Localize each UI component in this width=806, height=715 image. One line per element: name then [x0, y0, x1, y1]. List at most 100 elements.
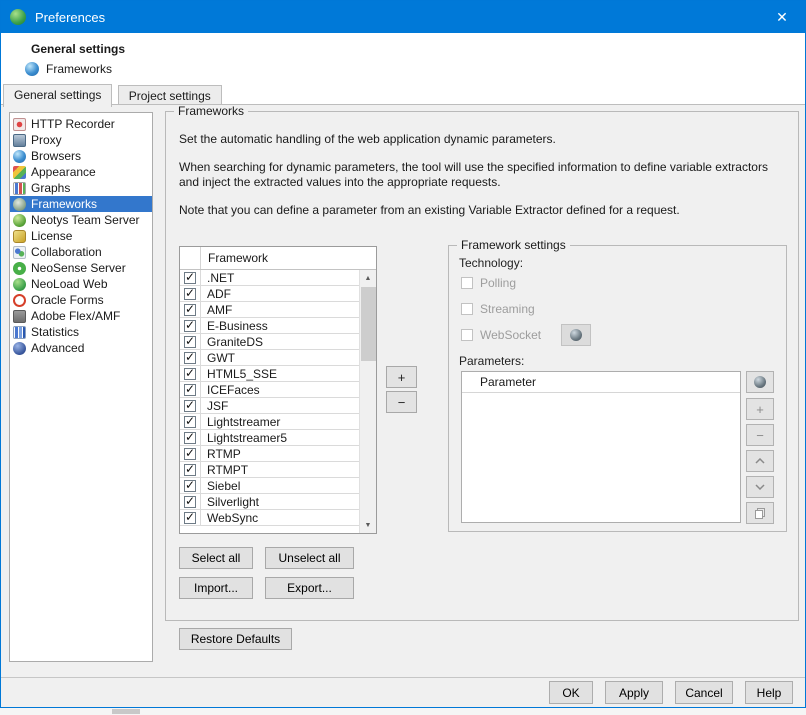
framework-checkbox[interactable] [184, 288, 196, 300]
parameter-move-up-button[interactable] [746, 450, 774, 472]
framework-row[interactable]: Siebel [180, 478, 359, 494]
parameter-add-button[interactable]: + [746, 398, 774, 420]
framework-row[interactable]: Silverlight [180, 494, 359, 510]
parameters-table[interactable]: Parameter [461, 371, 741, 523]
remove-framework-button[interactable]: − [386, 391, 417, 413]
sidebar-item-collaboration[interactable]: Collaboration [10, 244, 152, 260]
framework-row[interactable]: .NET [180, 270, 359, 286]
websocket-extractor-button[interactable] [561, 324, 591, 346]
streaming-checkbox[interactable] [461, 303, 473, 315]
unselect-all-button[interactable]: Unselect all [265, 547, 354, 569]
sidebar-item-license[interactable]: License [10, 228, 152, 244]
framework-settings-group: Framework settings Technology: Polling S… [448, 245, 787, 532]
neoload-web-icon [13, 278, 26, 291]
help-button[interactable]: Help [745, 681, 793, 704]
parameter-move-down-button[interactable] [746, 476, 774, 498]
checkbox-cell [180, 462, 201, 477]
framework-name: RTMPT [201, 463, 248, 477]
statistics-icon [13, 326, 26, 339]
sidebar-item-label: Adobe Flex/AMF [31, 309, 120, 323]
framework-name: GraniteDS [201, 335, 263, 349]
cancel-button[interactable]: Cancel [675, 681, 733, 704]
websocket-checkbox[interactable] [461, 329, 473, 341]
tab-general-settings[interactable]: General settings [3, 84, 112, 107]
sidebar-item-advanced[interactable]: Advanced [10, 340, 152, 356]
frameworks-table-body: .NET ADF AMF E-Business GraniteDS GWT HT… [180, 270, 376, 533]
framework-checkbox[interactable] [184, 400, 196, 412]
checkbox-cell [180, 446, 201, 461]
parameter-extractor-button[interactable] [746, 371, 774, 393]
framework-checkbox[interactable] [184, 480, 196, 492]
scroll-thumb[interactable] [361, 287, 376, 361]
framework-row[interactable]: ICEFaces [180, 382, 359, 398]
framework-checkbox[interactable] [184, 432, 196, 444]
framework-row[interactable]: E-Business [180, 318, 359, 334]
select-all-button[interactable]: Select all [179, 547, 253, 569]
framework-checkbox[interactable] [184, 368, 196, 380]
table-scrollbar[interactable]: ▲ ▼ [359, 270, 376, 533]
sidebar-item-frameworks[interactable]: Frameworks [10, 196, 152, 212]
tab-strip: General settings Project settings [1, 84, 805, 105]
framework-row[interactable]: GWT [180, 350, 359, 366]
sidebar-item-adobe-flex-amf[interactable]: Adobe Flex/AMF [10, 308, 152, 324]
framework-checkbox[interactable] [184, 512, 196, 524]
framework-checkbox[interactable] [184, 384, 196, 396]
http-recorder-icon [13, 118, 26, 131]
apply-button[interactable]: Apply [605, 681, 663, 704]
checkbox-cell [180, 366, 201, 381]
polling-checkbox[interactable] [461, 277, 473, 289]
export-button[interactable]: Export... [265, 577, 354, 599]
sidebar-item-graphs[interactable]: Graphs [10, 180, 152, 196]
sidebar-item-browsers[interactable]: Browsers [10, 148, 152, 164]
sidebar-item-neosense-server[interactable]: NeoSense Server [10, 260, 152, 276]
framework-checkbox[interactable] [184, 464, 196, 476]
framework-row[interactable]: Lightstreamer5 [180, 430, 359, 446]
framework-column-header: Framework [201, 251, 268, 265]
checkbox-cell [180, 510, 201, 525]
framework-checkbox[interactable] [184, 272, 196, 284]
framework-checkbox[interactable] [184, 336, 196, 348]
framework-row[interactable]: Lightstreamer [180, 414, 359, 430]
framework-checkbox[interactable] [184, 496, 196, 508]
import-button[interactable]: Import... [179, 577, 253, 599]
framework-checkbox[interactable] [184, 416, 196, 428]
close-icon[interactable]: ✕ [759, 1, 805, 33]
checkbox-cell [180, 318, 201, 333]
sidebar-item-neotys-team-server[interactable]: Neotys Team Server [10, 212, 152, 228]
framework-row[interactable]: JSF [180, 398, 359, 414]
scroll-down-icon[interactable]: ▼ [360, 517, 376, 533]
scroll-up-icon[interactable]: ▲ [360, 270, 376, 286]
parameter-remove-button[interactable]: − [746, 424, 774, 446]
framework-row[interactable]: ADF [180, 286, 359, 302]
polling-option: Polling [461, 276, 516, 290]
sidebar-item-proxy[interactable]: Proxy [10, 132, 152, 148]
appearance-icon [13, 166, 26, 179]
framework-checkbox[interactable] [184, 352, 196, 364]
framework-row[interactable]: HTML5_SSE [180, 366, 359, 382]
parameter-copy-button[interactable] [746, 502, 774, 524]
description: Set the automatic handling of the web ap… [166, 112, 798, 218]
tab-project-settings[interactable]: Project settings [118, 85, 222, 107]
framework-row[interactable]: GraniteDS [180, 334, 359, 350]
add-framework-button[interactable]: + [386, 366, 417, 388]
adobe-flex-icon [13, 310, 26, 323]
sidebar-item-label: Oracle Forms [31, 293, 104, 307]
framework-row[interactable]: AMF [180, 302, 359, 318]
framework-row[interactable]: RTMP [180, 446, 359, 462]
framework-name: RTMP [201, 447, 241, 461]
sidebar-item-oracle-forms[interactable]: Oracle Forms [10, 292, 152, 308]
framework-checkbox[interactable] [184, 304, 196, 316]
framework-row[interactable]: WebSync [180, 510, 359, 526]
sidebar-item-neoload-web[interactable]: NeoLoad Web [10, 276, 152, 292]
restore-defaults-button[interactable]: Restore Defaults [179, 628, 292, 650]
checkbox-cell [180, 398, 201, 413]
sidebar-item-http-recorder[interactable]: HTTP Recorder [10, 116, 152, 132]
sidebar-item-label: NeoSense Server [31, 261, 126, 275]
sidebar-item-appearance[interactable]: Appearance [10, 164, 152, 180]
framework-checkbox[interactable] [184, 448, 196, 460]
ok-button[interactable]: OK [549, 681, 593, 704]
variable-extractor-icon [754, 376, 766, 388]
sidebar-item-statistics[interactable]: Statistics [10, 324, 152, 340]
framework-row[interactable]: RTMPT [180, 462, 359, 478]
framework-checkbox[interactable] [184, 320, 196, 332]
